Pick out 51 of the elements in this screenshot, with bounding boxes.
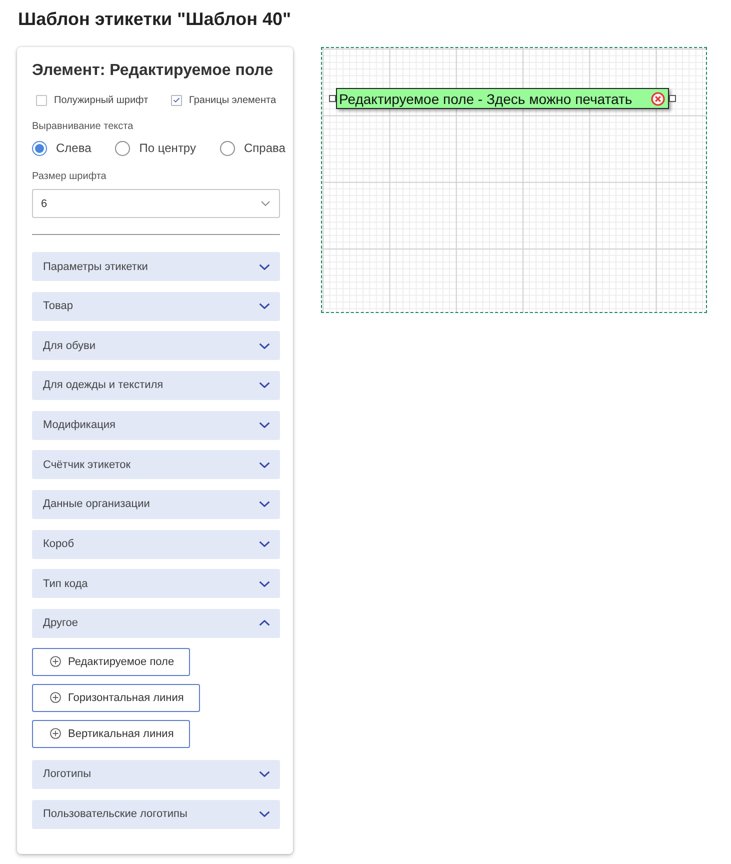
text-field-element[interactable]: Редактируемое поле - Здесь можно печатать xyxy=(336,88,669,109)
section-header[interactable]: Счётчик этикеток xyxy=(32,450,280,480)
radio-button[interactable] xyxy=(220,140,235,156)
chevron-up-icon xyxy=(259,620,270,626)
section-header[interactable]: Параметры этикетки xyxy=(32,252,280,281)
plus-circle-icon xyxy=(50,692,61,704)
chevron-down-icon xyxy=(259,811,270,818)
section-header[interactable]: Пользовательские логотипы xyxy=(32,800,280,829)
chevron-down-icon xyxy=(259,501,270,508)
field-label: Размер шрифта xyxy=(32,170,108,184)
chevron-down-icon xyxy=(259,264,270,270)
checkbox-label: Полужирный шрифт xyxy=(54,94,148,106)
chevron-down-icon xyxy=(259,580,270,587)
section-header[interactable]: Для одежды и текстиля xyxy=(32,370,280,400)
field-label: Выравнивание текста xyxy=(32,120,134,134)
add-element-button[interactable]: Горизонтальная линия xyxy=(32,684,200,712)
radio-label: Справа xyxy=(244,141,286,155)
radio-label: По центру xyxy=(139,141,196,155)
panel-heading: Элемент: Редактируемое поле xyxy=(32,61,274,81)
resize-handle-icon[interactable] xyxy=(669,95,676,102)
radio-label: Слева xyxy=(56,141,92,155)
close-icon[interactable] xyxy=(651,92,665,106)
chevron-down-icon xyxy=(259,462,270,468)
chevron-down-icon xyxy=(259,541,270,548)
chevron-down-icon xyxy=(259,422,270,428)
section-header[interactable]: Данные организации xyxy=(32,490,280,519)
font-size-select[interactable]: 6 xyxy=(32,189,280,218)
section-header[interactable]: Другое xyxy=(32,608,280,638)
resize-handle-icon[interactable] xyxy=(329,95,336,102)
checkmark-icon xyxy=(173,97,180,103)
radio-button[interactable] xyxy=(115,140,130,156)
chevron-down-icon xyxy=(259,342,270,349)
checkbox[interactable] xyxy=(171,94,182,106)
section-header[interactable]: Логотипы xyxy=(32,760,280,789)
chevron-down-icon xyxy=(259,771,270,778)
page-title: Шаблон этикетки "Шаблон 40" xyxy=(18,8,292,30)
radio-button[interactable] xyxy=(32,140,47,156)
section-header[interactable]: Короб xyxy=(32,530,280,559)
section-header[interactable]: Для обуви xyxy=(32,331,280,360)
section-header[interactable]: Тип кода xyxy=(32,569,280,598)
checkbox[interactable] xyxy=(36,94,47,106)
add-element-button[interactable]: Вертикальная линия xyxy=(32,720,190,748)
checkbox-label: Границы элемента xyxy=(189,94,276,106)
section-header[interactable]: Товар xyxy=(32,292,280,321)
plus-circle-icon xyxy=(50,728,61,740)
section-header[interactable]: Модификация xyxy=(32,410,280,440)
add-element-button[interactable]: Редактируемое поле xyxy=(32,648,190,676)
plus-circle-icon xyxy=(50,656,61,668)
chevron-down-icon xyxy=(259,303,270,310)
chevron-down-icon xyxy=(261,201,270,206)
chevron-down-icon xyxy=(259,382,270,388)
